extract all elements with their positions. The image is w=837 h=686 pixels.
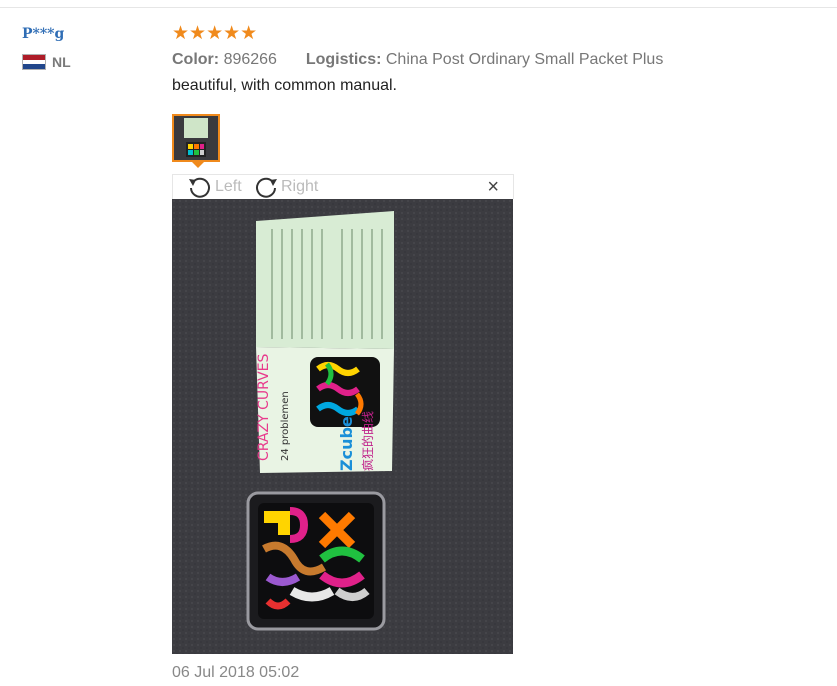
star-rating: ★★★★★ [172, 23, 258, 44]
rotate-right-icon [256, 177, 277, 198]
rotate-left-button[interactable]: Left [187, 176, 242, 198]
rotate-left-icon [189, 177, 210, 198]
top-divider [0, 7, 837, 8]
rotate-left-label: Left [215, 178, 242, 195]
reviewer-info: P***g NL [22, 26, 71, 70]
color-label: Color: [172, 51, 220, 68]
rotate-right-button[interactable]: Right [253, 176, 318, 198]
manual-booklet: CRAZY CURVES 24 problemen Zcube 疯狂的曲线 [256, 211, 394, 473]
review-date: 06 Jul 2018 05:02 [172, 664, 300, 681]
manual-chinese: 疯狂的曲线 [360, 411, 375, 471]
photo-viewer: Left Right × CRAZY CURVES 24 problemen Z… [172, 174, 514, 654]
review-photo: CRAZY CURVES 24 problemen Zcube 疯狂的曲线 [172, 199, 513, 654]
manual-brand: Zcube [337, 416, 356, 471]
close-icon[interactable]: × [487, 177, 499, 197]
logistics-label: Logistics: [305, 51, 382, 68]
review-body: ★★★★★ Color: 896266 Logistics: China Pos… [172, 24, 812, 95]
review-text: beautiful, with common manual. [172, 77, 397, 94]
reviewer-name: P***g [22, 26, 65, 42]
manual-title: CRAZY CURVES [256, 353, 272, 461]
puzzle-box [246, 491, 386, 631]
thumbnail-pointer [192, 162, 204, 168]
photo-image: CRAZY CURVES 24 problemen Zcube 疯狂的曲线 [172, 199, 513, 654]
viewer-toolbar: Left Right × [172, 174, 514, 199]
flag-nl-icon [22, 54, 46, 70]
country-code: NL [52, 54, 71, 70]
manual-subtitle: 24 problemen [280, 391, 291, 461]
logistics-value: China Post Ordinary Small Packet Plus [385, 51, 664, 68]
reviewer-country: NL [22, 54, 71, 70]
thumbnail-image [174, 116, 218, 160]
rotate-right-label: Right [281, 178, 319, 195]
color-value: 896266 [223, 51, 277, 68]
review-meta: Color: 896266 Logistics: China Post Ordi… [172, 51, 812, 69]
review-photo-thumbnail[interactable] [172, 114, 220, 162]
